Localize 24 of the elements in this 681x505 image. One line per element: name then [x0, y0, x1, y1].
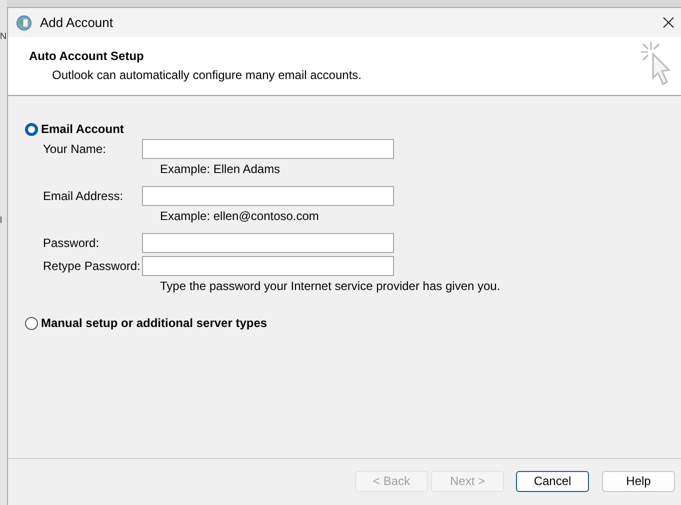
- field-hint: Type the password your Internet service provider has given you.: [160, 279, 502, 293]
- header-subtitle: Outlook can automatically configure many email accounts.: [52, 67, 362, 84]
- field-hint: Example: Ellen Adams: [160, 162, 282, 176]
- window-title: Add Account: [40, 14, 113, 32]
- field-label: Email Address:: [43, 188, 124, 205]
- field-label: Retype Password:: [43, 258, 142, 275]
- option-label[interactable]: Manual setup or additional server types: [41, 314, 268, 332]
- text-field[interactable]: [142, 186, 394, 206]
- field-hint: Example: ellen@contoso.com: [160, 209, 320, 223]
- option-label[interactable]: Email Account: [41, 120, 124, 138]
- field-label: Your Name:: [43, 141, 107, 158]
- text-field[interactable]: [142, 256, 394, 276]
- radio-button[interactable]: [25, 122, 38, 136]
- close-icon[interactable]: [663, 17, 674, 28]
- dialog-button[interactable]: Help: [602, 470, 675, 492]
- header-title: Auto Account Setup: [29, 48, 145, 65]
- globe-icon: [16, 14, 32, 30]
- text-field[interactable]: [142, 233, 394, 253]
- background-text: N: [0, 32, 7, 41]
- text-field[interactable]: [142, 139, 394, 159]
- radio-button[interactable]: [25, 316, 38, 330]
- background-text: l: [0, 216, 3, 225]
- field-label: Password:: [43, 235, 100, 252]
- dialog-button[interactable]: Cancel: [516, 470, 589, 492]
